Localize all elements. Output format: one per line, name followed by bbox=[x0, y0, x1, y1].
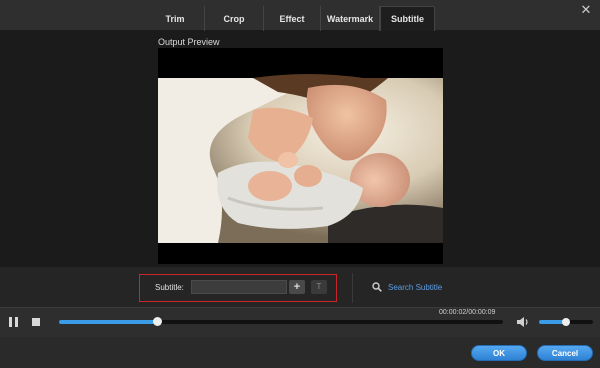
search-icon bbox=[372, 282, 382, 292]
subtitle-label: Subtitle: bbox=[155, 283, 184, 292]
progress-slider[interactable] bbox=[59, 317, 503, 326]
time-display: 00:00:02/00:00:09 bbox=[439, 309, 496, 316]
cancel-button[interactable]: Cancel bbox=[537, 345, 593, 361]
search-subtitle-label: Search Subtitle bbox=[388, 282, 443, 292]
progress-handle[interactable] bbox=[152, 317, 162, 326]
ok-button[interactable]: OK bbox=[471, 345, 527, 361]
volume-handle[interactable] bbox=[562, 318, 570, 326]
search-subtitle-link[interactable]: Search Subtitle bbox=[372, 282, 442, 292]
pause-icon[interactable] bbox=[9, 317, 19, 327]
output-preview-label: Output Preview bbox=[158, 37, 220, 47]
volume-icon[interactable] bbox=[516, 315, 530, 327]
tab-effect[interactable]: Effect bbox=[264, 6, 321, 31]
stop-icon[interactable] bbox=[32, 318, 40, 326]
subtitle-select[interactable] bbox=[191, 280, 287, 294]
tab-watermark[interactable]: Watermark bbox=[321, 6, 380, 31]
divider bbox=[352, 273, 353, 303]
text-style-icon[interactable]: T bbox=[311, 280, 327, 294]
video-preview bbox=[158, 48, 443, 264]
video-frame-image bbox=[158, 48, 443, 264]
tab-bar: Trim Crop Effect Watermark Subtitle ✕ bbox=[0, 0, 600, 31]
progress-fill bbox=[59, 320, 157, 324]
tab-trim[interactable]: Trim bbox=[146, 6, 205, 31]
volume-slider[interactable] bbox=[539, 318, 593, 326]
tab-crop[interactable]: Crop bbox=[205, 6, 264, 31]
plus-icon[interactable]: + bbox=[289, 280, 305, 294]
tab-subtitle[interactable]: Subtitle bbox=[380, 6, 435, 31]
close-icon[interactable]: ✕ bbox=[580, 3, 592, 16]
